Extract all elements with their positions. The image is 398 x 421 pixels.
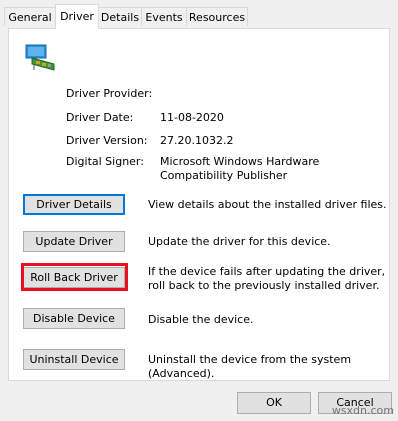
uninstall-device-description: Uninstall the device from the system (Ad… xyxy=(148,353,352,380)
network-adapter-icon xyxy=(25,44,55,71)
disable-device-description: Disable the device. xyxy=(148,313,254,326)
tab-events[interactable]: Events xyxy=(141,7,187,26)
tab-general[interactable]: General xyxy=(4,7,56,26)
driver-version-label: Driver Version: xyxy=(66,134,148,147)
digital-signer-label: Digital Signer: xyxy=(66,155,144,168)
uninstall-device-button[interactable]: Uninstall Device xyxy=(23,349,125,370)
driver-panel: Driver Provider: Driver Date: 11-08-2020… xyxy=(8,28,390,381)
update-driver-description: Update the driver for this device. xyxy=(148,235,331,248)
digital-signer-value: Microsoft Windows Hardware Compatibility… xyxy=(160,155,320,182)
disable-device-button[interactable]: Disable Device xyxy=(23,308,125,329)
update-driver-button[interactable]: Update Driver xyxy=(23,231,125,252)
tab-resources[interactable]: Resources xyxy=(186,7,248,26)
watermark: wsxdn.com xyxy=(331,404,394,417)
ok-button[interactable]: OK xyxy=(237,392,311,414)
tab-driver[interactable]: Driver xyxy=(55,4,99,29)
roll-back-driver-button[interactable]: Roll Back Driver xyxy=(23,267,125,288)
driver-date-value: 11-08-2020 xyxy=(160,111,224,124)
tab-details[interactable]: Details xyxy=(98,7,142,26)
tab-strip: General Driver Details Events Resources xyxy=(0,0,398,29)
roll-back-driver-description: If the device fails after updating the d… xyxy=(148,265,386,292)
driver-version-value: 27.20.1032.2 xyxy=(160,134,234,147)
driver-date-label: Driver Date: xyxy=(66,111,134,124)
driver-details-description: View details about the installed driver … xyxy=(148,198,387,211)
driver-details-button[interactable]: Driver Details xyxy=(23,194,125,215)
driver-provider-label: Driver Provider: xyxy=(66,87,153,100)
